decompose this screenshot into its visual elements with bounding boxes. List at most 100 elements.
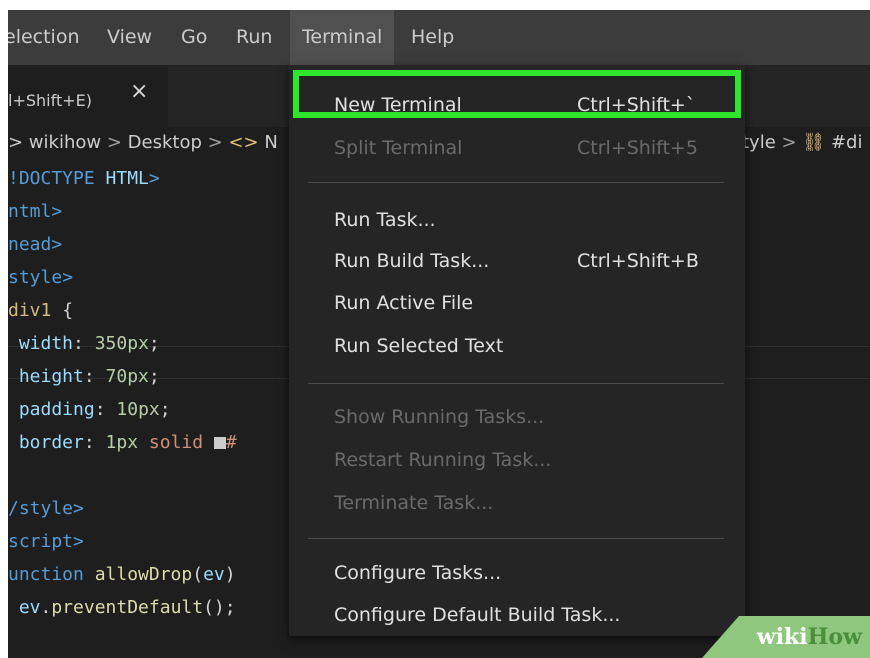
code-line: div1 {: [8, 294, 73, 327]
symbol-icon: ⛓: [802, 132, 826, 153]
menu-item-show-running-tasks: Show Running Tasks...: [289, 397, 745, 437]
code-token: ;: [148, 366, 160, 387]
menu-item-shortcut: Ctrl+Shift+B: [577, 250, 699, 272]
code-token: solid: [138, 432, 214, 453]
menu-separator: [308, 383, 724, 384]
menu-item-label: Configure Default Build Task...: [334, 604, 621, 626]
code-token: >: [73, 531, 84, 552]
menu-item-label: Run Build Task...: [334, 250, 490, 272]
menu-item-label: Restart Running Task...: [334, 449, 552, 471]
breadcrumb-file[interactable]: N: [264, 132, 277, 153]
code-token: nead: [8, 234, 52, 255]
code-line: ev.preventDefault();: [8, 591, 236, 624]
breadcrumb-folder[interactable]: > wikihow: [8, 132, 101, 153]
menu-go[interactable]: Go: [181, 10, 207, 65]
menu-item-restart-running-task: Restart Running Task...: [289, 440, 745, 480]
tab-label: l+Shift+E): [8, 91, 92, 110]
code-token: >: [51, 201, 63, 222]
code-token: :: [83, 366, 106, 387]
code-token: preventDefault: [51, 597, 204, 618]
code-token: div1: [8, 300, 52, 321]
code-line: ntml>: [8, 195, 62, 228]
code-line: border: 1px solid #: [8, 426, 237, 459]
code-token: :: [83, 432, 106, 453]
menu-item-run-selected-text[interactable]: Run Selected Text: [289, 326, 745, 366]
code-token: border: [8, 432, 84, 453]
code-line: height: 70px;: [8, 360, 160, 393]
code-token: /style: [8, 498, 74, 519]
code-token: {: [51, 300, 74, 321]
menu-view[interactable]: View: [107, 10, 152, 65]
terminal-menu-dropdown: New Terminal Ctrl+Shift+` Split Terminal Ct…: [289, 65, 745, 636]
code-token: ();: [203, 597, 236, 618]
breadcrumb-desktop[interactable]: Desktop: [128, 132, 202, 153]
code-token: :: [73, 333, 95, 354]
menu-item-terminate-task: Terminate Task...: [289, 483, 745, 523]
menu-item-label: Show Running Tasks...: [334, 406, 545, 428]
menu-run[interactable]: Run: [236, 10, 272, 65]
code-token: >: [148, 168, 160, 189]
code-token: style: [8, 267, 63, 288]
code-line: nead>: [8, 228, 62, 261]
code-token: !DOCTYPE: [8, 168, 106, 189]
color-swatch-icon[interactable]: [213, 437, 226, 449]
menu-bar: election View Go Run Terminal Help: [8, 10, 870, 65]
menu-item-run-build-task[interactable]: Run Build Task... Ctrl+Shift+B: [289, 241, 745, 281]
menu-item-label: Run Task...: [334, 209, 436, 231]
code-token: >: [51, 234, 63, 255]
code-token: >: [73, 498, 84, 519]
code-line: padding: 10px;: [8, 393, 171, 426]
code-token: ;: [148, 333, 160, 354]
code-line: unction allowDrop(ev): [8, 558, 236, 591]
code-token: 1px: [105, 432, 139, 453]
code-token: 10px: [116, 399, 160, 420]
vscode-window: election View Go Run Terminal Help l+Shi…: [8, 10, 870, 658]
menu-item-split-terminal: Split Terminal Ctrl+Shift+5: [289, 128, 745, 168]
code-token: script: [8, 531, 74, 552]
menu-item-label: Run Active File: [334, 292, 474, 314]
code-token: ev: [203, 564, 225, 585]
menu-item-configure-default-build-task[interactable]: Configure Default Build Task...: [289, 595, 745, 635]
code-token: 350px: [94, 333, 149, 354]
html-tag-icon: <>: [228, 132, 259, 153]
code-token: ntml: [8, 201, 52, 222]
breadcrumb-separator: >: [781, 132, 797, 153]
menu-item-shortcut: Ctrl+Shift+5: [577, 137, 698, 159]
code-token: ): [224, 564, 236, 585]
menu-selection[interactable]: election: [8, 10, 80, 65]
code-token: ev: [8, 597, 41, 618]
menu-item-label: Run Selected Text: [334, 335, 504, 357]
code-token: width: [8, 333, 74, 354]
breadcrumb-right: tyle > ⛓ #di: [742, 127, 862, 159]
breadcrumb-separator: >: [106, 132, 122, 153]
menu-item-configure-tasks[interactable]: Configure Tasks...: [289, 553, 745, 593]
breadcrumb-style[interactable]: tyle: [742, 132, 776, 153]
code-token: HTML: [105, 168, 149, 189]
breadcrumb-separator: >: [207, 132, 223, 153]
menu-terminal[interactable]: Terminal: [290, 10, 395, 65]
code-token: 70px: [105, 366, 149, 387]
close-icon[interactable]: ×: [130, 79, 148, 104]
code-line: style>: [8, 261, 73, 294]
menu-item-run-active-file[interactable]: Run Active File: [289, 283, 745, 323]
menu-separator: [308, 182, 724, 183]
code-line: script>: [8, 525, 84, 558]
code-token: :: [94, 399, 117, 420]
menu-separator: [308, 538, 724, 539]
code-token: ;: [159, 399, 171, 420]
menu-item-run-task[interactable]: Run Task...: [289, 200, 745, 240]
code-token: allowDrop: [94, 564, 193, 585]
menu-item-label: Split Terminal: [334, 137, 463, 159]
breadcrumb-selector[interactable]: #di: [831, 132, 863, 153]
menu-help[interactable]: Help: [411, 10, 454, 65]
code-token: unction: [8, 564, 95, 585]
code-line: !DOCTYPE HTML>: [8, 162, 160, 195]
new-terminal-highlight-box: [293, 70, 741, 118]
code-token: height: [8, 366, 84, 387]
editor-tab[interactable]: l+Shift+E) ×: [8, 65, 168, 127]
menu-item-label: Terminate Task...: [334, 492, 494, 514]
code-line: width: 350px;: [8, 327, 160, 360]
code-token: padding: [8, 399, 95, 420]
code-line: /style>: [8, 492, 84, 525]
menu-item-label: Configure Tasks...: [334, 562, 502, 584]
